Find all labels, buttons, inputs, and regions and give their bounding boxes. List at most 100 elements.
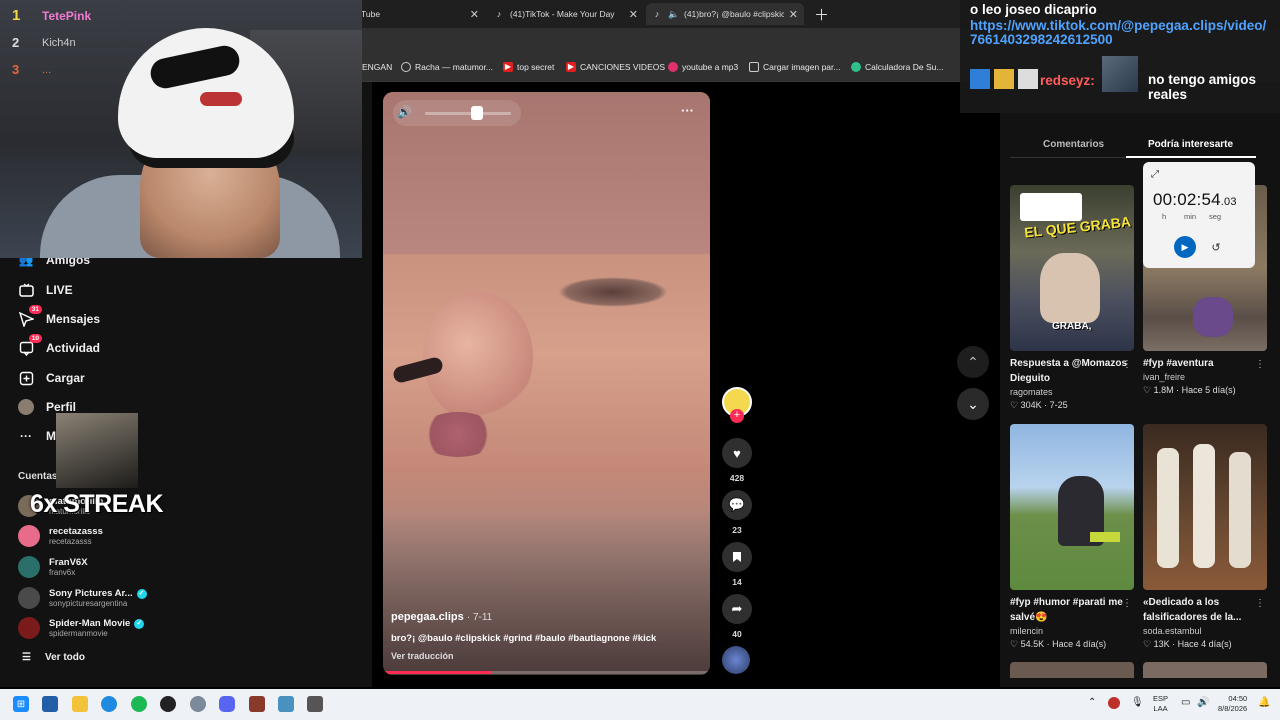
clock-app-icon[interactable] (307, 696, 323, 712)
taskview-icon[interactable] (42, 696, 58, 712)
card-user[interactable]: soda.estambul (1143, 626, 1267, 636)
card-more-icon[interactable]: ⋮ (1255, 598, 1265, 609)
recommended-video-card[interactable]: «Dedicado a los falsificadores de la... … (1143, 424, 1267, 650)
nav-live[interactable]: LIVE (18, 282, 73, 298)
card-title[interactable]: #fyp #aventura (1143, 356, 1267, 371)
see-all-link[interactable]: ☰ Ver todo (22, 652, 85, 663)
bookmark-item[interactable]: youtube a mp3 (668, 62, 738, 72)
card-title[interactable]: #fyp #humor #parati me salvé😍 (1010, 595, 1134, 625)
calculator-icon[interactable] (278, 696, 294, 712)
nav-upload[interactable]: Cargar (18, 370, 85, 386)
spotify-icon[interactable] (131, 696, 147, 712)
obs-icon[interactable] (160, 696, 176, 712)
recommended-video-card[interactable]: EL QUE GRABA GRABA, Respuesta a @Momazos… (1010, 185, 1134, 411)
account-item[interactable]: Spider-Man Movie ✓ spidermanmovie (18, 617, 145, 639)
card-user[interactable]: ivan_freire (1143, 372, 1267, 382)
webcam-hat-mouth (200, 92, 242, 106)
video-progress-bar[interactable] (383, 671, 710, 674)
card-user[interactable]: milencin (1010, 626, 1134, 636)
browser-tab-active-video[interactable]: ♪ 🔈 (41)bro?¡ @baulo #clipskick ✕ (646, 3, 804, 25)
save-action[interactable]: 14 (722, 542, 752, 587)
card-age: Hace 4 día(s) (1177, 639, 1232, 649)
edge-browser-icon[interactable] (101, 696, 117, 712)
play-button[interactable]: ▶ (1174, 236, 1196, 258)
chat-message-partial: o leo joseo dicaprio (970, 2, 1097, 17)
clock-date: 8/8/2026 (1218, 704, 1248, 713)
avatar (18, 587, 40, 609)
follow-plus-icon[interactable]: + (730, 409, 744, 423)
like-action[interactable]: ♥ 428 (722, 438, 752, 483)
bookmark-item[interactable]: ▶ top secret (503, 62, 554, 72)
discord-icon[interactable] (219, 696, 235, 712)
account-item[interactable]: Sony Pictures Ar... ✓ sonypicturesargentin… (18, 587, 147, 609)
previous-video-button[interactable]: ⌃ (957, 346, 989, 378)
nav-activity[interactable]: 10 Actividad (18, 334, 100, 356)
close-tab-icon[interactable]: ✕ (470, 8, 479, 21)
more-options-icon[interactable]: ··· (681, 103, 694, 118)
card-title[interactable]: Respuesta a @Momazos Dieguito (1010, 356, 1134, 386)
card-more-icon[interactable]: ⋮ (1122, 598, 1132, 609)
nav-messages[interactable]: 31 Mensajes (18, 305, 100, 327)
bookmark-item[interactable]: Calculadora De Su... (851, 62, 943, 72)
speaker-icon: 🔈 (668, 9, 680, 19)
video-thumbnail[interactable]: EL QUE GRABA GRABA, (1010, 185, 1134, 351)
speaker-icon[interactable]: 🔊 (397, 105, 412, 119)
volume-slider[interactable] (425, 112, 511, 115)
card-more-icon[interactable]: ⋮ (1255, 359, 1265, 370)
creator-avatar-button[interactable]: + (722, 387, 752, 423)
next-video-button[interactable]: ⌄ (957, 388, 989, 420)
tab-you-may-like[interactable]: Podría interesarte (1148, 139, 1233, 150)
nav-label: LIVE (46, 283, 73, 297)
browser-tab-youtube[interactable]: Tube ✕ (355, 3, 485, 25)
tab-comments[interactable]: Comentarios (1043, 139, 1104, 150)
notification-bell-icon[interactable]: 🔔 (1258, 697, 1270, 708)
youtube-icon: ▶ (566, 62, 576, 72)
bookmark-icon[interactable] (722, 542, 752, 572)
close-tab-icon[interactable]: ✕ (629, 8, 638, 21)
bookmark-item[interactable]: ▶ CANCIONES VIDEOS (566, 62, 665, 72)
winrar-icon[interactable] (249, 696, 265, 712)
microphone-icon[interactable]: 🎙 (1131, 697, 1144, 708)
video-author[interactable]: pepegaa.clips (391, 611, 464, 623)
tray-app-icon[interactable] (1108, 697, 1120, 709)
app-icon[interactable] (190, 696, 206, 712)
close-tab-icon[interactable]: ✕ (789, 8, 798, 21)
file-explorer-icon[interactable] (72, 696, 88, 712)
clock[interactable]: 04:50 8/8/2026 (1218, 694, 1247, 714)
volume-slider-handle[interactable] (470, 106, 483, 120)
video-thumbnail[interactable] (1143, 424, 1267, 590)
video-thumbnail[interactable] (1010, 424, 1134, 590)
sound-disc-button[interactable] (722, 646, 752, 674)
messages-badge: 31 (28, 305, 42, 314)
comment-icon[interactable]: 💬 (722, 490, 752, 520)
heart-outline-icon: ♡ (1143, 639, 1154, 649)
hours-label: h (1162, 212, 1167, 221)
see-translation-link[interactable]: Ver traducción (391, 651, 454, 661)
account-username: spidermanmovie (49, 629, 108, 638)
leaderboard-row: 2 Kich4n (12, 35, 76, 50)
comment-action[interactable]: 💬 23 (722, 490, 752, 535)
card-more-icon[interactable]: ⋮ (1122, 359, 1132, 370)
heart-icon[interactable]: ♥ (722, 438, 752, 468)
video-player[interactable]: 🔊 ··· pepegaa.clips · 7-11 bro?¡ @baulo … (383, 92, 710, 675)
card-user[interactable]: ragomates (1010, 387, 1134, 397)
volume-icon[interactable]: 🔊 (1197, 697, 1209, 708)
chevron-up-icon[interactable]: ⌃ (1088, 697, 1096, 708)
account-item[interactable]: FranV6X franv6x (18, 556, 88, 578)
bookmark-item[interactable]: Racha — matumor... (401, 62, 493, 72)
expand-icon[interactable]: ⤢ (1151, 169, 1159, 180)
recommended-video-card[interactable]: #fyp #humor #parati me salvé😍 milencin ♡… (1010, 424, 1134, 650)
browser-tab-tiktok[interactable]: ♪ (41)TikTok - Make Your Day ✕ (488, 3, 644, 25)
share-action[interactable]: ➦ 40 (722, 594, 752, 639)
network-icon[interactable]: ▭ (1181, 697, 1190, 708)
card-title[interactable]: «Dedicado a los falsificadores de la... (1143, 595, 1267, 625)
card-likes: 1.8M (1153, 385, 1174, 395)
bookmark-item[interactable]: Cargar imagen par... (749, 62, 840, 72)
language-indicator[interactable]: ESP LAA (1153, 694, 1168, 714)
reset-button[interactable]: ↺ (1207, 238, 1225, 256)
bookmark-item[interactable]: ENGAN (362, 62, 392, 72)
new-tab-button[interactable]: ＋ (808, 3, 829, 25)
start-windows-icon[interactable]: ⊞ (13, 696, 29, 712)
account-item[interactable]: recetazasss recetazasss (18, 525, 103, 547)
share-arrow-icon[interactable]: ➦ (722, 594, 752, 624)
